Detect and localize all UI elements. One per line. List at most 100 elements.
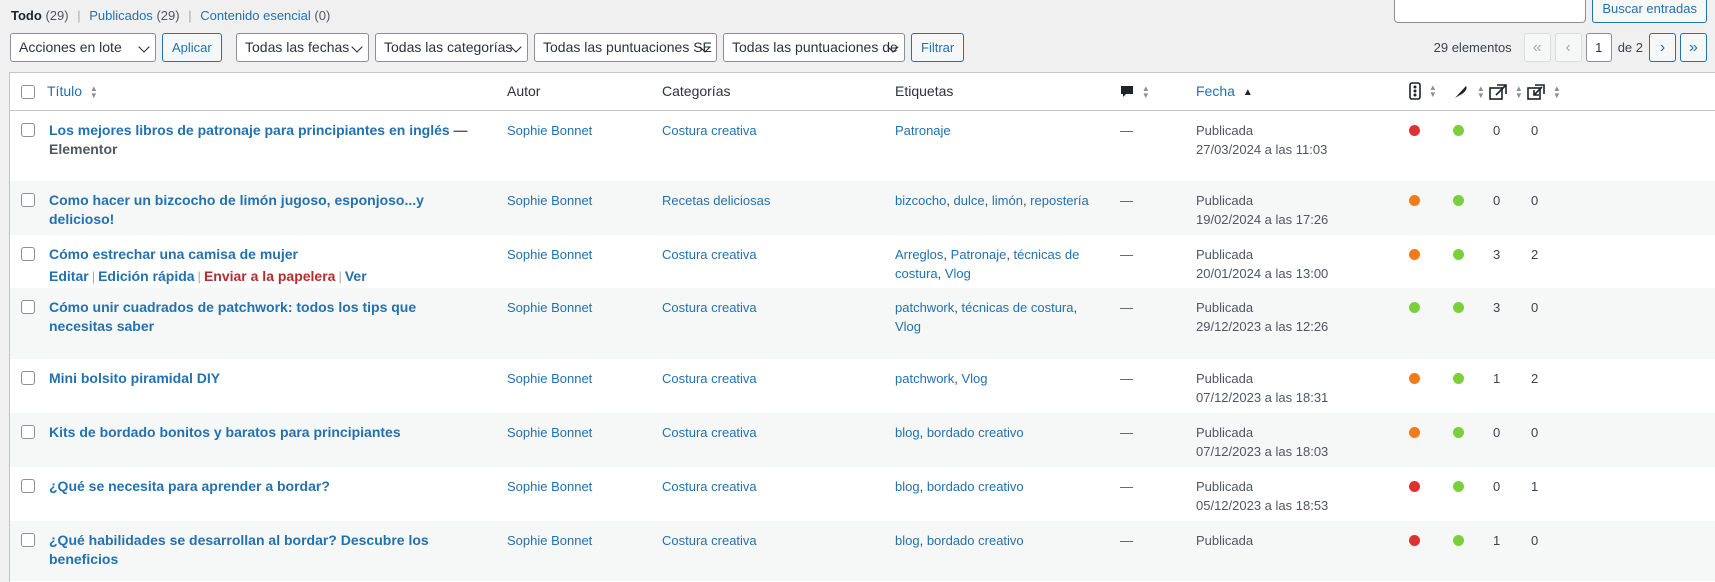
tag-link[interactable]: Vlog [895, 319, 921, 334]
post-status: Publicada [1196, 371, 1254, 386]
row-checkbox[interactable] [21, 247, 35, 261]
row-checkbox[interactable] [21, 371, 35, 385]
readability-filter-select[interactable]: Todas las puntuaciones de [723, 33, 905, 62]
edit-link[interactable]: Editar [49, 268, 89, 284]
row-checkbox[interactable] [21, 300, 35, 314]
select-all-checkbox[interactable] [21, 85, 35, 100]
post-date: 27/03/2024 a las 11:03 [1196, 141, 1328, 157]
tag-link[interactable]: blog [895, 425, 920, 440]
column-date[interactable]: Fecha ▲ [1187, 73, 1409, 111]
tag-link[interactable]: patchwork [895, 371, 954, 386]
tag-link[interactable]: limón [992, 193, 1023, 208]
readability-score-dot [1453, 427, 1464, 438]
category-link[interactable]: Costura creativa [662, 247, 757, 262]
view-all-label[interactable]: Todo [11, 8, 42, 23]
search-input[interactable] [1394, 0, 1587, 23]
row-checkbox[interactable] [21, 533, 35, 547]
post-status: Publicada [1196, 533, 1254, 548]
post-title-link[interactable]: Los mejores libros de patronaje para pri… [49, 122, 450, 138]
row-checkbox[interactable] [21, 425, 35, 439]
tag-link[interactable]: bordado creativo [927, 425, 1024, 440]
search-button[interactable]: Buscar entradas [1592, 0, 1707, 23]
category-link[interactable]: Costura creativa [662, 533, 757, 548]
comment-count: — [1120, 425, 1133, 440]
author-link[interactable]: Sophie Bonnet [507, 479, 592, 494]
category-link[interactable]: Costura creativa [662, 425, 757, 440]
column-categories: Categorías [652, 73, 885, 111]
tag-link[interactable]: Vlog [945, 266, 971, 281]
trash-link[interactable]: Enviar a la papelera [204, 268, 336, 284]
post-date: 07/12/2023 a las 18:31 [1196, 390, 1329, 405]
author-link[interactable]: Sophie Bonnet [507, 300, 592, 315]
category-filter-select[interactable]: Todas las categorías [375, 33, 528, 62]
post-title-link[interactable]: Como hacer un bizcocho de limón jugoso, … [49, 192, 424, 227]
post-title-link[interactable]: Cómo estrechar una camisa de mujer [49, 246, 298, 262]
category-link[interactable]: Recetas deliciosas [662, 193, 770, 208]
column-readability[interactable]: ▲ ▼ [1453, 73, 1489, 111]
posts-table: Título ▲ ▼ Autor Categorías Etiquetas ▲ ▼ … [9, 72, 1715, 582]
current-page-input[interactable]: 1 [1585, 33, 1612, 62]
column-title[interactable]: Título ▲ ▼ [39, 73, 497, 111]
post-title-link[interactable]: Cómo unir cuadrados de patchwork: todos … [49, 299, 416, 334]
apply-button[interactable]: Aplicar [162, 33, 222, 62]
date-cell: Publicada 27/03/2024 a las 11:03 [1187, 110, 1409, 181]
post-title-link[interactable]: Mini bolsito piramidal DIY [49, 370, 220, 386]
column-outgoing-links[interactable]: ▲ ▼ [1489, 73, 1527, 111]
quick-edit-link[interactable]: Edición rápida [98, 268, 194, 284]
view-link[interactable]: Ver [345, 268, 367, 284]
seo-score-dot [1409, 535, 1420, 546]
author-link[interactable]: Sophie Bonnet [507, 425, 592, 440]
tag-link[interactable]: Patronaje [895, 123, 951, 138]
post-title-link[interactable]: Kits de bordado bonitos y baratos para p… [49, 424, 401, 440]
post-status: Publicada [1196, 300, 1254, 315]
comment-count: — [1120, 479, 1133, 494]
tag-link[interactable]: blog [895, 533, 920, 548]
tag-link[interactable]: patchwork [895, 300, 954, 315]
column-title-label[interactable]: Título [47, 83, 82, 99]
filter-button[interactable]: Filtrar [911, 33, 965, 62]
post-title-link[interactable]: ¿Qué se necesita para aprender a bordar? [49, 478, 330, 494]
author-link[interactable]: Sophie Bonnet [507, 247, 592, 262]
tag-link[interactable]: técnicas de costura [961, 300, 1073, 315]
date-filter-select[interactable]: Todas las fechas [236, 33, 369, 62]
tag-link[interactable]: bordado creativo [927, 533, 1024, 548]
row-checkbox[interactable] [21, 193, 35, 207]
tag-link[interactable]: Arreglos [895, 247, 943, 262]
row-checkbox[interactable] [21, 479, 35, 493]
category-link[interactable]: Costura creativa [662, 479, 757, 494]
incoming-links-icon [1527, 84, 1545, 100]
author-link[interactable]: Sophie Bonnet [507, 193, 592, 208]
tag-link[interactable]: dulce [954, 193, 985, 208]
next-page-button[interactable]: › [1649, 33, 1676, 62]
row-checkbox[interactable] [21, 122, 35, 137]
column-comments[interactable]: ▲ ▼ [1111, 73, 1187, 111]
table-row: ¿Qué se necesita para aprender a bordar?… [10, 467, 1715, 521]
comment-count: — [1120, 193, 1133, 208]
bulk-actions-value: Acciones en lote [19, 39, 122, 55]
category-link[interactable]: Costura creativa [662, 300, 757, 315]
view-essential-link[interactable]: Contenido esencial [200, 8, 311, 23]
author-link[interactable]: Sophie Bonnet [507, 123, 592, 138]
category-link[interactable]: Costura creativa [662, 371, 757, 386]
tag-link[interactable]: bizcocho [895, 193, 946, 208]
post-title-link[interactable]: ¿Qué habilidades se desarrollan al borda… [49, 532, 429, 567]
tag-link[interactable]: repostería [1030, 193, 1089, 208]
column-incoming-links[interactable]: ▲ ▼ [1527, 73, 1715, 111]
column-tags: Etiquetas [885, 73, 1111, 111]
category-link[interactable]: Costura creativa [662, 123, 757, 138]
outgoing-links-icon [1489, 84, 1507, 100]
last-page-button[interactable]: » [1680, 33, 1707, 62]
author-link[interactable]: Sophie Bonnet [507, 533, 592, 548]
tag-link[interactable]: blog [895, 479, 920, 494]
author-link[interactable]: Sophie Bonnet [507, 371, 592, 386]
column-seo-score[interactable]: ▲ ▼ [1409, 73, 1453, 111]
table-row: Cómo unir cuadrados de patchwork: todos … [10, 288, 1715, 359]
bulk-actions-select[interactable]: Acciones en lote [10, 33, 156, 62]
seo-score-filter-select[interactable]: Todas las puntuaciones SE [534, 33, 717, 62]
view-published-link[interactable]: Publicados [89, 8, 153, 23]
tag-link[interactable]: bordado creativo [927, 479, 1024, 494]
outgoing-links-count: 0 [1493, 122, 1501, 138]
column-date-label[interactable]: Fecha [1196, 83, 1235, 99]
tag-link[interactable]: Vlog [961, 371, 987, 386]
tag-link[interactable]: Patronaje [951, 247, 1007, 262]
